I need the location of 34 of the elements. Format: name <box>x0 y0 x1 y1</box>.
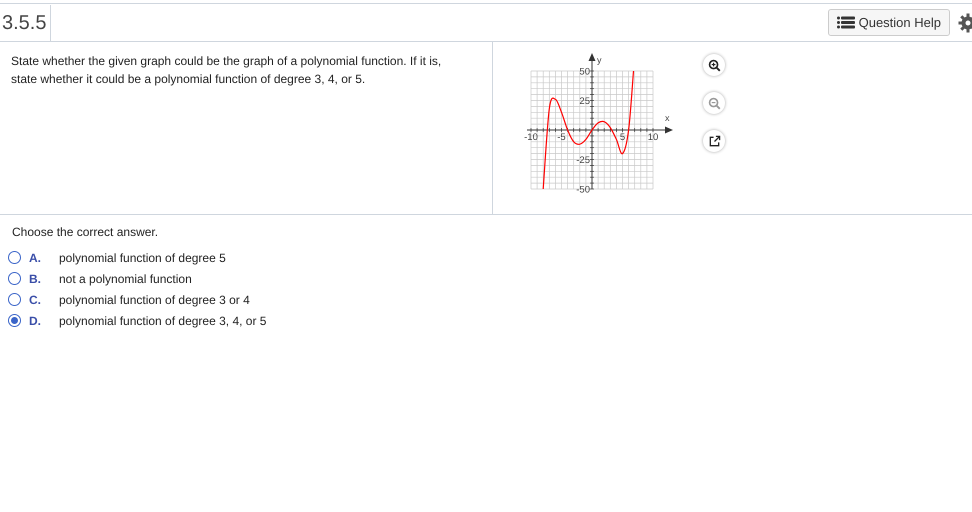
zoom-in-icon <box>708 58 720 72</box>
tick-label: 5 <box>620 132 626 143</box>
zoom-out-button[interactable] <box>703 92 725 114</box>
settings-icon[interactable] <box>958 12 972 32</box>
radio-button[interactable] <box>8 293 21 306</box>
question-number: 3.5.5 <box>0 4 52 40</box>
option-letter: A. <box>29 250 42 266</box>
tick-label: 10 <box>648 132 658 143</box>
question-help-button[interactable]: Question Help <box>828 8 950 36</box>
instruction-text: Choose the correct answer. <box>11 224 160 241</box>
list-icon <box>836 16 855 29</box>
option-text: polynomial function of degree 3 or 4 <box>59 292 250 308</box>
zoom-in-button[interactable] <box>703 54 725 76</box>
option-text: polynomial function of degree 3, 4, or 5 <box>59 312 266 330</box>
option-letter: B. <box>29 270 42 288</box>
radio-button[interactable] <box>8 251 21 264</box>
option-letter: C. <box>29 292 42 308</box>
question-text: State whether the given graph could be the graph of a polynomial function. If it is, state whether it could be a polynomial function of degree 3, 4, or 5. <box>0 42 493 214</box>
tick-label: -25 <box>576 155 590 166</box>
option-letter: D. <box>29 312 42 330</box>
tick-label: 50 <box>579 66 590 78</box>
tick-label: 25 <box>579 96 590 107</box>
external-link-icon <box>708 134 720 148</box>
tick-label: -10 <box>524 132 538 143</box>
tick-label: -5 <box>557 132 566 143</box>
radio-button[interactable] <box>8 272 21 285</box>
option-text: polynomial function of degree 5 <box>59 250 226 266</box>
x-axis-label: x <box>665 113 670 123</box>
zoom-out-icon <box>708 96 720 110</box>
radio-button[interactable] <box>8 314 21 327</box>
external-link-button[interactable] <box>703 130 725 152</box>
tick-label: -50 <box>576 184 590 196</box>
y-axis-label: y <box>597 55 602 65</box>
option-text: not a polynomial function <box>59 270 192 288</box>
